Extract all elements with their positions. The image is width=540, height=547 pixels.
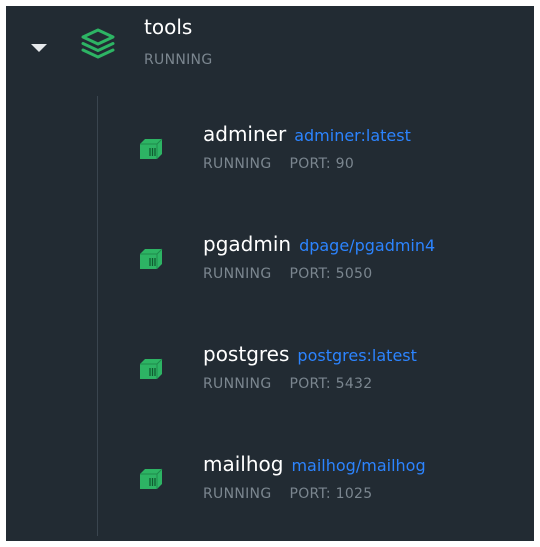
container-port: PORT: 90: [289, 156, 355, 172]
container-row-adminer[interactable]: adminer adminer:latest RUNNING PORT: 90: [116, 122, 526, 202]
container-port: PORT: 5432: [289, 376, 373, 392]
stack-status: RUNNING: [144, 52, 213, 68]
containers-panel: tools RUNNING adminer adminer:latest RUNN…: [6, 6, 534, 541]
container-icon: [140, 138, 163, 159]
container-icon: [140, 468, 163, 489]
container-name-text: mailhog: [203, 452, 284, 476]
container-meta: RUNNING PORT: 5432: [203, 376, 372, 392]
container-port: PORT: 5050: [289, 266, 373, 282]
container-image-link[interactable]: mailhog/mailhog: [291, 456, 425, 475]
container-port: PORT: 1025: [289, 486, 373, 502]
container-name-text: adminer: [203, 122, 287, 146]
container-icon: [140, 248, 163, 269]
container-name: mailhog mailhog/mailhog: [203, 452, 426, 476]
stack-row[interactable]: tools RUNNING: [6, 6, 534, 86]
container-status: RUNNING: [203, 376, 272, 392]
container-image-link[interactable]: adminer:latest: [294, 126, 411, 145]
container-name-text: pgadmin: [203, 232, 292, 256]
container-status: RUNNING: [203, 486, 272, 502]
container-status: RUNNING: [203, 156, 272, 172]
container-status: RUNNING: [203, 266, 272, 282]
container-meta: RUNNING PORT: 5050: [203, 266, 372, 282]
container-image-link[interactable]: postgres:latest: [297, 346, 416, 365]
container-meta: RUNNING PORT: 90: [203, 156, 354, 172]
container-name: pgadmin dpage/pgadmin4: [203, 232, 435, 256]
expand-caret-icon[interactable]: [31, 44, 47, 52]
stack-layers-icon: [81, 28, 115, 59]
stack-name: tools: [144, 15, 193, 39]
container-icon: [140, 358, 163, 379]
container-row-postgres[interactable]: postgres postgres:latest RUNNING PORT: 543…: [116, 342, 526, 422]
container-row-pgadmin[interactable]: pgadmin dpage/pgadmin4 RUNNING PORT: 5050: [116, 232, 526, 312]
container-image-link[interactable]: dpage/pgadmin4: [299, 236, 435, 255]
container-name: postgres postgres:latest: [203, 342, 417, 366]
container-row-mailhog[interactable]: mailhog mailhog/mailhog RUNNING PORT: 1025: [116, 452, 526, 532]
container-name: adminer adminer:latest: [203, 122, 411, 146]
container-meta: RUNNING PORT: 1025: [203, 486, 372, 502]
tree-connector-line: [97, 96, 98, 536]
container-name-text: postgres: [203, 342, 290, 366]
